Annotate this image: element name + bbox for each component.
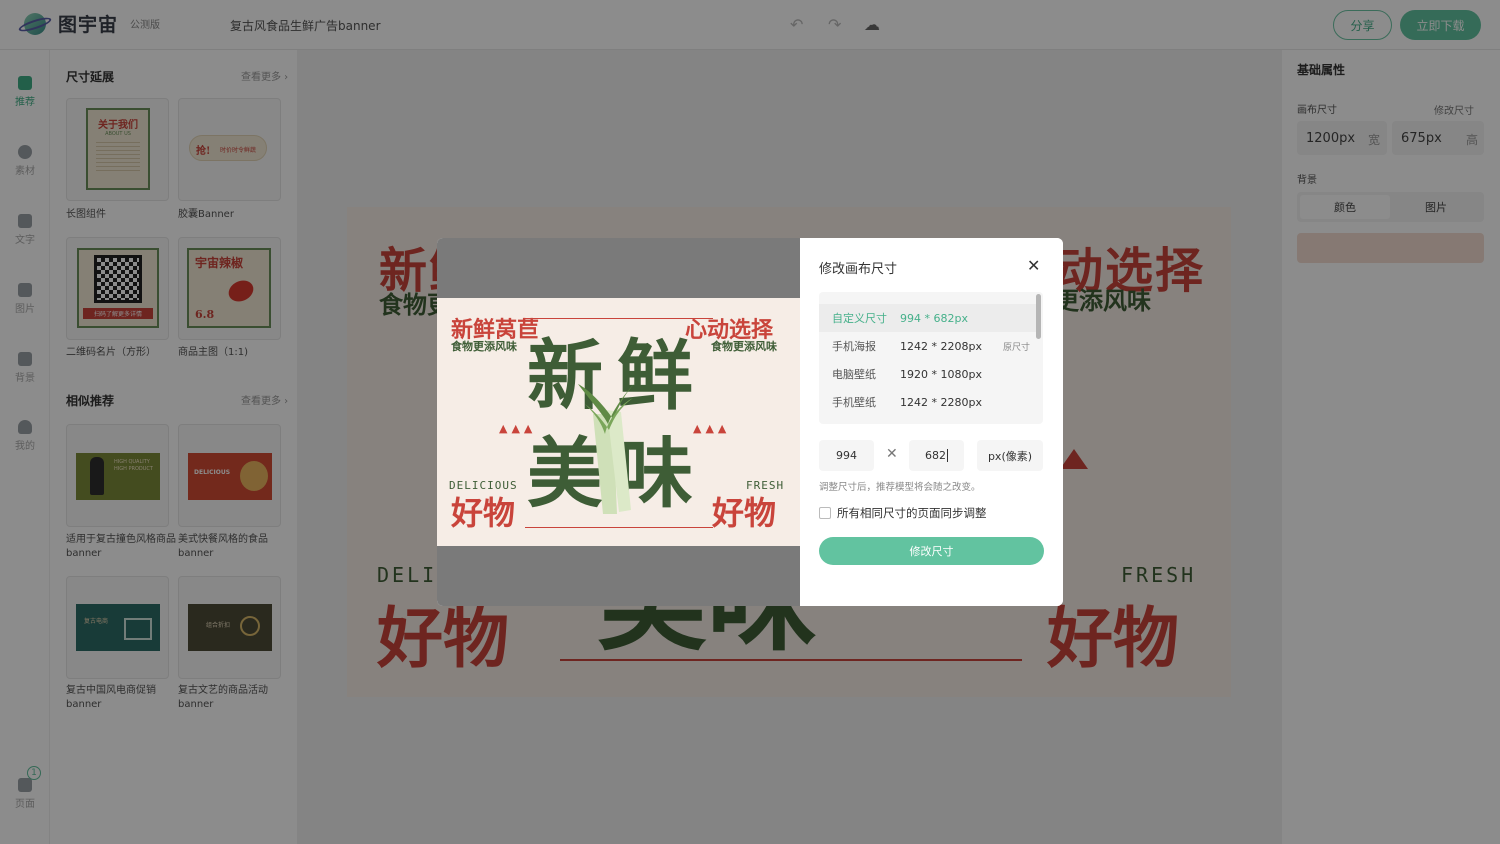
preset-size: 994 * 682px xyxy=(900,311,968,325)
size-preset-desktop-wallpaper[interactable]: 电脑壁纸 1920 * 1080px xyxy=(819,360,1037,388)
preset-size: 1920 * 1080px xyxy=(900,367,982,381)
dialog-form: 修改画布尺寸 ✕ 自定义尺寸 994 * 682px 手机海报 1242 * 2… xyxy=(800,238,1063,606)
preview-bottom-line xyxy=(525,527,713,528)
size-preset-custom[interactable]: 自定义尺寸 994 * 682px xyxy=(819,304,1037,332)
resize-canvas-dialog: 新鲜莴苣 食物更添风味 心动选择 食物更添风味 新鲜 美味 ▲▲▲ ▲▲▲ DE… xyxy=(437,238,1063,606)
original-size-tag: 原尺寸 xyxy=(1003,342,1031,353)
size-preset-list[interactable]: 自定义尺寸 994 * 682px 手机海报 1242 * 2208px 原尺寸… xyxy=(819,292,1043,424)
preset-size: 1242 * 2280px xyxy=(900,395,982,409)
canvas-preview: 新鲜莴苣 食物更添风味 心动选择 食物更添风味 新鲜 美味 ▲▲▲ ▲▲▲ DE… xyxy=(437,238,800,606)
preset-size: 1242 * 2208px xyxy=(900,339,982,353)
close-icon[interactable]: ✕ xyxy=(1027,256,1040,275)
preset-name: 手机壁纸 xyxy=(832,396,876,409)
preview-bottom-right: 好物 xyxy=(712,494,777,532)
triangle-row-left: ▲▲▲ xyxy=(499,422,537,435)
text-cursor xyxy=(947,449,948,462)
preview-top-line xyxy=(525,318,713,319)
size-preset-phone-poster[interactable]: 手机海报 1242 * 2208px 原尺寸 xyxy=(819,332,1037,360)
size-preset-phone-wallpaper[interactable]: 手机壁纸 1242 * 2280px xyxy=(819,388,1037,416)
preview-artwork: 新鲜莴苣 食物更添风味 心动选择 食物更添风味 新鲜 美味 ▲▲▲ ▲▲▲ DE… xyxy=(437,298,800,546)
sync-pages-checkbox[interactable] xyxy=(819,507,831,519)
dialog-title: 修改画布尺寸 xyxy=(819,262,898,277)
width-input[interactable]: 994 xyxy=(819,440,874,471)
preset-name: 自定义尺寸 xyxy=(832,312,887,325)
preset-name: 电脑壁纸 xyxy=(832,368,876,381)
height-input[interactable]: 682 xyxy=(909,440,964,471)
unit-select[interactable]: px(像素) xyxy=(977,440,1043,471)
preset-list-scrollbar[interactable] xyxy=(1036,294,1041,339)
preview-subtitle-left: 食物更添风味 xyxy=(451,340,517,353)
multiply-icon: ✕ xyxy=(886,446,898,462)
preset-name: 手机海报 xyxy=(832,340,876,353)
resize-hint: 调整尺寸后，推荐模型将会随之改变。 xyxy=(819,482,981,493)
preview-bottom-left: 好物 xyxy=(451,494,516,532)
triangle-row-right: ▲▲▲ xyxy=(693,422,731,435)
apply-resize-button[interactable]: 修改尺寸 xyxy=(819,537,1044,565)
preview-subtitle-right: 食物更添风味 xyxy=(711,340,777,353)
height-input-value: 682 xyxy=(925,449,946,462)
sync-pages-label[interactable]: 所有相同尺寸的页面同步调整 xyxy=(837,505,987,521)
lettuce-image xyxy=(573,374,643,524)
